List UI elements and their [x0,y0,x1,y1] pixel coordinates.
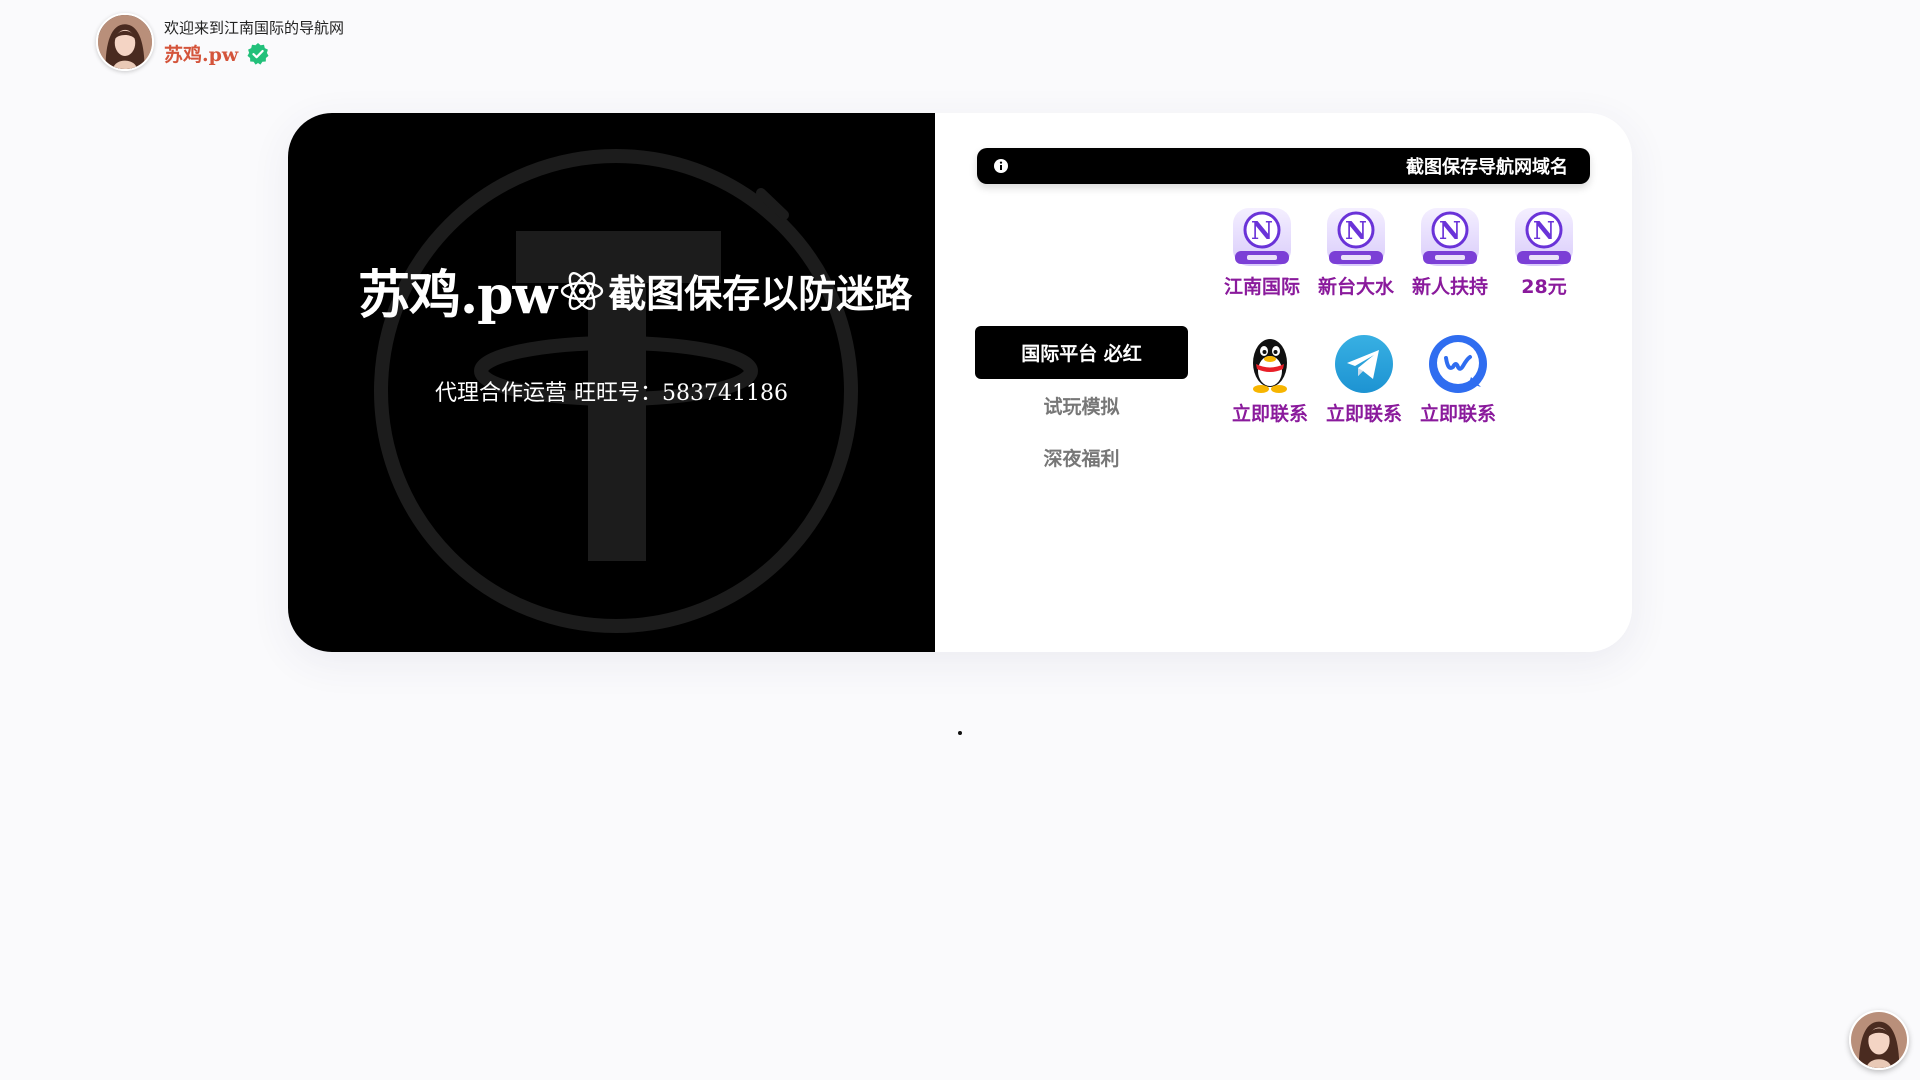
contact-tile-qq[interactable]: 立即联系 [1223,333,1317,426]
telegram-icon [1335,335,1393,393]
jiangnan-n-icon: N [1233,208,1291,266]
avatar-photo-icon [98,15,152,69]
svg-text:N: N [1533,216,1555,245]
svg-text:N: N [1251,216,1273,245]
notice-bar: 截图保存导航网域名 [977,148,1590,184]
svg-text:N: N [1439,216,1461,245]
app-label: 新人扶持 [1411,276,1488,298]
hero-title-sub: 截图保存以防迷路 [608,272,913,316]
menu-item-demo[interactable]: 试玩模拟 [975,379,1188,431]
menu-item-label: 国际平台 必红 [1021,343,1142,365]
menu-item-label: 试玩模拟 [1043,395,1120,418]
app-label: 立即联系 [1231,403,1308,425]
chat-w-icon [1429,335,1487,393]
welcome-text: 欢迎来到江南国际的导航网 [164,19,345,37]
site-header: 欢迎来到江南国际的导航网 苏鸡.pw [96,13,344,71]
app-tile-xintai[interactable]: N 新台大水 [1309,206,1403,299]
notice-text: 截图保存导航网域名 [1406,157,1568,178]
app-tile-jiangnan[interactable]: N 江南国际 [1215,206,1309,299]
app-label: 立即联系 [1419,403,1496,425]
main-card: 苏鸡.pw 截图保存以防迷路 代理合作运营 旺旺号：583741186 截图保存… [288,113,1632,652]
app-tile-xinren[interactable]: N 新人扶持 [1403,206,1497,299]
nav-panel: 截图保存导航网域名 国际平台 必红 试玩模拟 深夜福利 N 江南国际 N 新台大… [935,113,1632,652]
avatar[interactable] [96,13,154,71]
verified-check-icon [247,42,269,65]
hero-panel: 苏鸡.pw 截图保存以防迷路 代理合作运营 旺旺号：583741186 [288,113,935,652]
hero-title-main: 苏鸡.pw [358,265,557,326]
brand-name[interactable]: 苏鸡.pw [164,40,238,67]
contact-line: 代理合作运营 旺旺号：583741186 [435,381,788,406]
avatar-photo-icon [1851,1012,1907,1068]
floating-avatar[interactable] [1849,1010,1909,1070]
contact-tile-chat[interactable]: 立即联系 [1411,333,1505,426]
jiangnan-n-icon: N [1421,208,1479,266]
app-label: 28元 [1521,276,1567,298]
contact-tile-telegram[interactable]: 立即联系 [1317,333,1411,426]
menu-item-latenight[interactable]: 深夜福利 [975,431,1188,483]
app-label: 江南国际 [1223,276,1300,298]
app-grid: N 江南国际 N 新台大水 N 新人扶持 N 28元 [1215,206,1591,299]
svg-text:N: N [1345,216,1367,245]
menu-item-label: 深夜福利 [1043,447,1120,470]
qq-penguin-icon [1253,339,1287,393]
app-label: 立即联系 [1325,403,1402,425]
loading-dot [958,731,962,735]
category-menu: 国际平台 必红 试玩模拟 深夜福利 [975,326,1188,483]
info-icon [994,159,1008,173]
app-label: 新台大水 [1317,276,1394,298]
menu-item-international[interactable]: 国际平台 必红 [975,326,1188,379]
atom-icon [561,271,604,310]
jiangnan-n-icon: N [1515,208,1573,266]
jiangnan-n-icon: N [1327,208,1385,266]
app-tile-28[interactable]: N 28元 [1497,206,1591,299]
hero-title: 苏鸡.pw 截图保存以防迷路 [358,253,935,328]
contact-grid: 立即联系 立即联系 立即联系 [1223,333,1505,426]
